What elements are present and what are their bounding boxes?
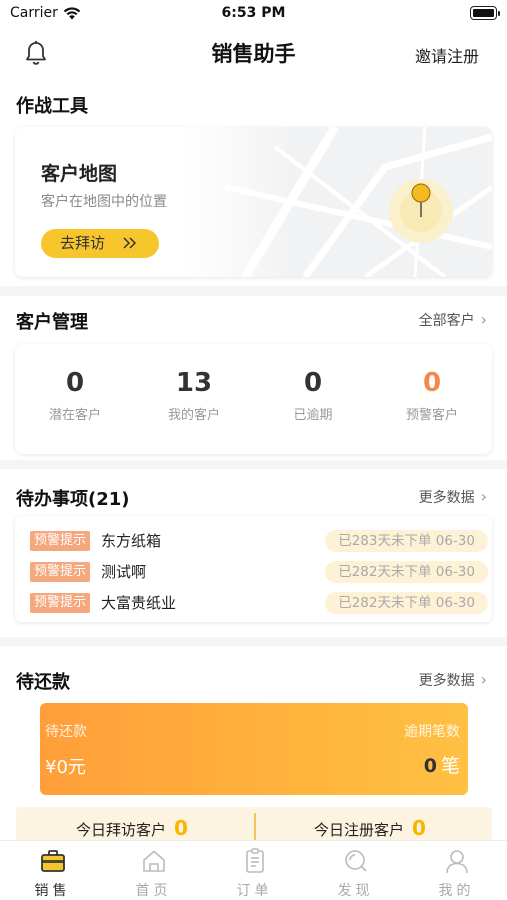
tab-label: 我的 <box>438 883 475 899</box>
stat-potential[interactable]: 0 潜在客户 <box>15 368 135 423</box>
tab-label: 订单 <box>236 883 273 899</box>
tab-discover[interactable]: 发现 <box>305 847 406 900</box>
todo-more-link[interactable]: 更多数据 › <box>419 487 487 507</box>
today-visits-label: 今日拜访客户 <box>76 821 167 839</box>
stat-value: 0 <box>303 368 323 398</box>
customer-stats-card: 0 潜在客户 13 我的客户 0 已逾期 0 预警客户 <box>15 344 492 454</box>
tab-sales[interactable]: 销售 <box>2 847 103 900</box>
stat-label: 潜在客户 <box>48 408 101 423</box>
invite-register-button[interactable]: 邀请注册 <box>415 43 479 67</box>
map-illustration <box>185 127 492 277</box>
todo-title: 待办事项(21) <box>16 489 130 510</box>
today-registrations-value: 0 <box>412 816 426 840</box>
stat-label: 已逾期 <box>293 408 333 423</box>
tab-label: 首页 <box>135 883 172 899</box>
overdue-count-unit: 笔 <box>440 755 460 777</box>
repayment-section: 待还款 更多数据 › 待还款 ¥0元 逾期笔数 0笔 今日拜访客户 0 今日注册客户… <box>0 646 507 840</box>
nav-bar: 销售助手 邀请注册 <box>0 28 507 78</box>
customer-management-section: 客户管理 全部客户 › 0 潜在客户 13 我的客户 0 已逾期 0 预警客户 <box>0 296 507 460</box>
home-icon <box>103 847 204 875</box>
tools-section: 作战工具 客户地图 客户在地图中的位置 去拜访 <box>0 78 507 286</box>
stat-value: 0 <box>65 368 85 398</box>
status-bar: Carrier 6:53 PM <box>0 0 507 28</box>
overdue-count: 0笔 <box>424 751 460 778</box>
tab-home[interactable]: 首页 <box>103 847 204 900</box>
chevron-right-icon: › <box>480 487 487 506</box>
today-visits-value: 0 <box>174 816 188 840</box>
double-chevron-right-icon <box>123 229 137 258</box>
pending-repayment-amount: ¥0元 <box>45 757 86 778</box>
today-summary-strip: 今日拜访客户 0 今日注册客户 0 <box>16 807 492 840</box>
todo-more-label: 更多数据 <box>418 490 475 506</box>
list-item[interactable]: 预警提示 东方纸箱 已283天未下单 06-30 <box>15 529 492 553</box>
stat-value: 13 <box>175 368 213 398</box>
all-customers-link[interactable]: 全部客户 › <box>419 310 487 330</box>
repayment-more-label: 更多数据 <box>418 673 475 689</box>
overdue-count-label: 逾期笔数 <box>404 724 460 740</box>
stat-label: 我的客户 <box>167 408 220 423</box>
profile-icon <box>406 847 507 875</box>
tab-bar: 销售 首页 订单 发现 我的 <box>0 840 507 900</box>
status-badge: 已282天未下单 06-30 <box>325 561 488 583</box>
status-badge: 已282天未下单 06-30 <box>325 592 488 614</box>
tab-label: 销售 <box>34 883 71 899</box>
customer-management-title: 客户管理 <box>16 312 88 333</box>
tab-label: 发现 <box>337 883 374 899</box>
go-visit-button[interactable]: 去拜访 <box>41 229 159 258</box>
tab-profile[interactable]: 我的 <box>406 847 507 900</box>
chevron-right-icon: › <box>480 310 487 329</box>
map-card-title: 客户地图 <box>41 163 118 185</box>
tools-title: 作战工具 <box>16 96 88 117</box>
stat-warning[interactable]: 0 预警客户 <box>372 368 492 423</box>
today-registrations-label: 今日注册客户 <box>314 821 405 839</box>
map-card-subtitle: 客户在地图中的位置 <box>41 194 167 210</box>
stat-overdue[interactable]: 0 已逾期 <box>253 368 373 423</box>
warning-tag: 预警提示 <box>30 593 91 613</box>
todo-section: 待办事项(21) 更多数据 › 预警提示 东方纸箱 已283天未下单 06-30 … <box>0 469 507 637</box>
status-badge: 已283天未下单 06-30 <box>325 530 488 552</box>
warning-tag: 预警提示 <box>30 562 91 582</box>
all-customers-label: 全部客户 <box>418 313 475 329</box>
briefcase-icon <box>2 847 103 875</box>
chevron-right-icon: › <box>480 670 487 689</box>
discover-icon <box>305 847 406 875</box>
go-visit-label: 去拜访 <box>60 234 106 252</box>
battery-icon <box>470 6 500 20</box>
todo-list: 预警提示 东方纸箱 已283天未下单 06-30 预警提示 测试啊 已282天未… <box>15 516 492 622</box>
repayment-card[interactable]: 待还款 ¥0元 逾期笔数 0笔 <box>40 703 468 795</box>
repayment-title: 待还款 <box>16 672 70 693</box>
stat-label: 预警客户 <box>405 408 458 423</box>
list-item[interactable]: 预警提示 测试啊 已282天未下单 06-30 <box>15 560 492 584</box>
customer-map-card[interactable]: 客户地图 客户在地图中的位置 去拜访 <box>15 127 492 277</box>
tab-orders[interactable]: 订单 <box>204 847 305 900</box>
status-time: 6:53 PM <box>221 5 286 21</box>
customer-name: 测试啊 <box>101 563 147 581</box>
today-visits: 今日拜访客户 0 <box>76 816 188 840</box>
stat-value: 0 <box>422 368 442 398</box>
pending-repayment-label: 待还款 <box>45 724 87 740</box>
customer-name: 东方纸箱 <box>101 532 162 550</box>
stat-my-customers[interactable]: 13 我的客户 <box>134 368 254 423</box>
order-icon <box>204 847 305 875</box>
repayment-more-link[interactable]: 更多数据 › <box>419 670 487 690</box>
warning-tag: 预警提示 <box>30 531 91 551</box>
today-registrations: 今日注册客户 0 <box>314 816 426 840</box>
customer-name: 大富贵纸业 <box>101 594 177 612</box>
list-item[interactable]: 预警提示 大富贵纸业 已282天未下单 06-30 <box>15 591 492 615</box>
divider <box>254 813 256 840</box>
overdue-count-value: 0 <box>423 755 437 777</box>
